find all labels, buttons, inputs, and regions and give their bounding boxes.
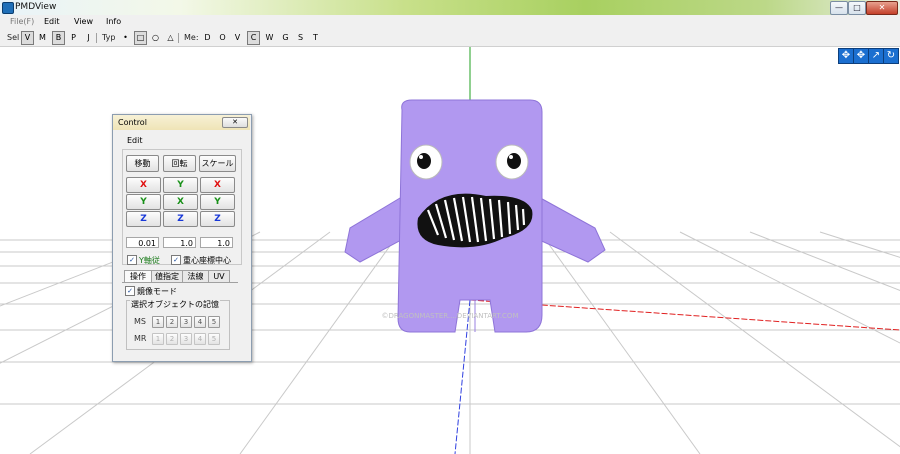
- move-step-field[interactable]: 0.01: [126, 237, 159, 248]
- sel-j-button[interactable]: J: [83, 32, 94, 44]
- rotate-z-button[interactable]: Z: [163, 211, 198, 227]
- ms-4-button[interactable]: 4: [194, 316, 206, 328]
- mr-row-label: MR: [134, 334, 147, 343]
- ms-1-button[interactable]: 1: [152, 316, 164, 328]
- typ-circle-button[interactable]: ○: [150, 32, 161, 44]
- control-menu-edit[interactable]: Edit: [127, 136, 143, 145]
- me-s-button[interactable]: S: [295, 32, 306, 44]
- menu-file[interactable]: File(F): [10, 17, 34, 26]
- close-button[interactable]: ✕: [866, 1, 898, 15]
- menu-edit[interactable]: Edit: [44, 17, 60, 26]
- ms-row-label: MS: [134, 317, 146, 326]
- rotate-mode-button[interactable]: 回転: [163, 155, 196, 172]
- mr-4-button[interactable]: 4: [194, 333, 206, 345]
- me-c-button[interactable]: C: [247, 31, 260, 45]
- zoom-icon[interactable]: ↗: [868, 48, 884, 64]
- mr-3-button[interactable]: 3: [180, 333, 192, 345]
- maximize-button[interactable]: □: [848, 1, 866, 15]
- tab-normal[interactable]: 法線: [182, 270, 209, 282]
- typ-square-button[interactable]: □: [134, 31, 147, 45]
- rotate-icon[interactable]: ↻: [883, 48, 899, 64]
- me-w-button[interactable]: W: [264, 32, 275, 44]
- toolbar-separator: [178, 33, 179, 43]
- me-label: Me:: [184, 33, 199, 42]
- mirror-mode-checkbox[interactable]: ✓: [125, 286, 135, 296]
- scale-x-button[interactable]: X: [200, 177, 235, 193]
- ms-2-button[interactable]: 2: [166, 316, 178, 328]
- typ-point-button[interactable]: •: [120, 32, 131, 44]
- tab-divider: [122, 282, 238, 283]
- y-axis-follow-label: Y軸従: [139, 256, 160, 265]
- move-y-button[interactable]: Y: [126, 194, 161, 210]
- toolbar-separator: [96, 33, 97, 43]
- me-o-button[interactable]: O: [217, 32, 228, 44]
- move-alt-icon[interactable]: ✥: [853, 48, 869, 64]
- scale-z-button[interactable]: Z: [200, 211, 235, 227]
- typ-triangle-button[interactable]: △: [165, 32, 176, 44]
- scale-y-button[interactable]: Y: [200, 194, 235, 210]
- me-g-button[interactable]: G: [280, 32, 291, 44]
- center-of-gravity-checkbox[interactable]: ✓: [171, 255, 181, 265]
- menu-view[interactable]: View: [74, 17, 93, 26]
- rotate-y-button[interactable]: Y: [163, 177, 198, 193]
- control-title-bar: Control ✕: [113, 115, 250, 130]
- sel-m-button[interactable]: M: [37, 32, 48, 44]
- scale-step-field[interactable]: 1.0: [200, 237, 233, 248]
- title-bar: PMDView — □ ✕: [0, 0, 900, 15]
- rotate-x-button[interactable]: X: [163, 194, 198, 210]
- mr-1-button[interactable]: 1: [152, 333, 164, 345]
- menu-info[interactable]: Info: [106, 17, 121, 26]
- me-v-button[interactable]: V: [232, 32, 243, 44]
- tab-uv[interactable]: UV: [208, 270, 230, 282]
- monster-model: [344, 99, 606, 333]
- control-close-button[interactable]: ✕: [222, 117, 248, 128]
- y-axis-follow-checkbox[interactable]: ✓: [127, 255, 137, 265]
- sel-label: Sel: [7, 33, 20, 42]
- move-icon[interactable]: ✥: [838, 48, 854, 64]
- me-d-button[interactable]: D: [202, 32, 213, 44]
- menu-bar: File(F) Edit View Info: [0, 15, 900, 29]
- watermark-text: ©DRAGONMASTER....DEVIANTART.COM: [382, 312, 519, 320]
- z-axis-line: [454, 299, 471, 454]
- center-of-gravity-label: 重心座標中心: [183, 256, 231, 265]
- mr-5-button[interactable]: 5: [208, 333, 220, 345]
- me-t-button[interactable]: T: [310, 32, 321, 44]
- tab-value-input[interactable]: 値指定: [151, 270, 183, 282]
- selection-memory-title: 選択オブジェクトの記憶: [130, 299, 220, 310]
- scale-mode-button[interactable]: スケール: [199, 155, 236, 172]
- ms-5-button[interactable]: 5: [208, 316, 220, 328]
- window-title: PMDView: [15, 2, 57, 12]
- control-title: Control: [118, 118, 147, 127]
- toolbar: Sel V M B P J Typ • □ ○ △ Me: D O V C W …: [0, 29, 900, 47]
- sel-b-button[interactable]: B: [52, 31, 65, 45]
- move-z-button[interactable]: Z: [126, 211, 161, 227]
- mr-2-button[interactable]: 2: [166, 333, 178, 345]
- ms-3-button[interactable]: 3: [180, 316, 192, 328]
- move-x-button[interactable]: X: [126, 177, 161, 193]
- mirror-mode-label: 鏡像モード: [137, 287, 177, 296]
- tab-operation[interactable]: 操作: [124, 270, 152, 282]
- typ-label: Typ: [102, 33, 116, 42]
- sel-v-button[interactable]: V: [21, 31, 34, 45]
- move-mode-button[interactable]: 移動: [126, 155, 159, 172]
- minimize-button[interactable]: —: [830, 1, 848, 15]
- app-icon: [2, 2, 14, 14]
- rotate-step-field[interactable]: 1.0: [163, 237, 196, 248]
- sel-p-button[interactable]: P: [68, 32, 79, 44]
